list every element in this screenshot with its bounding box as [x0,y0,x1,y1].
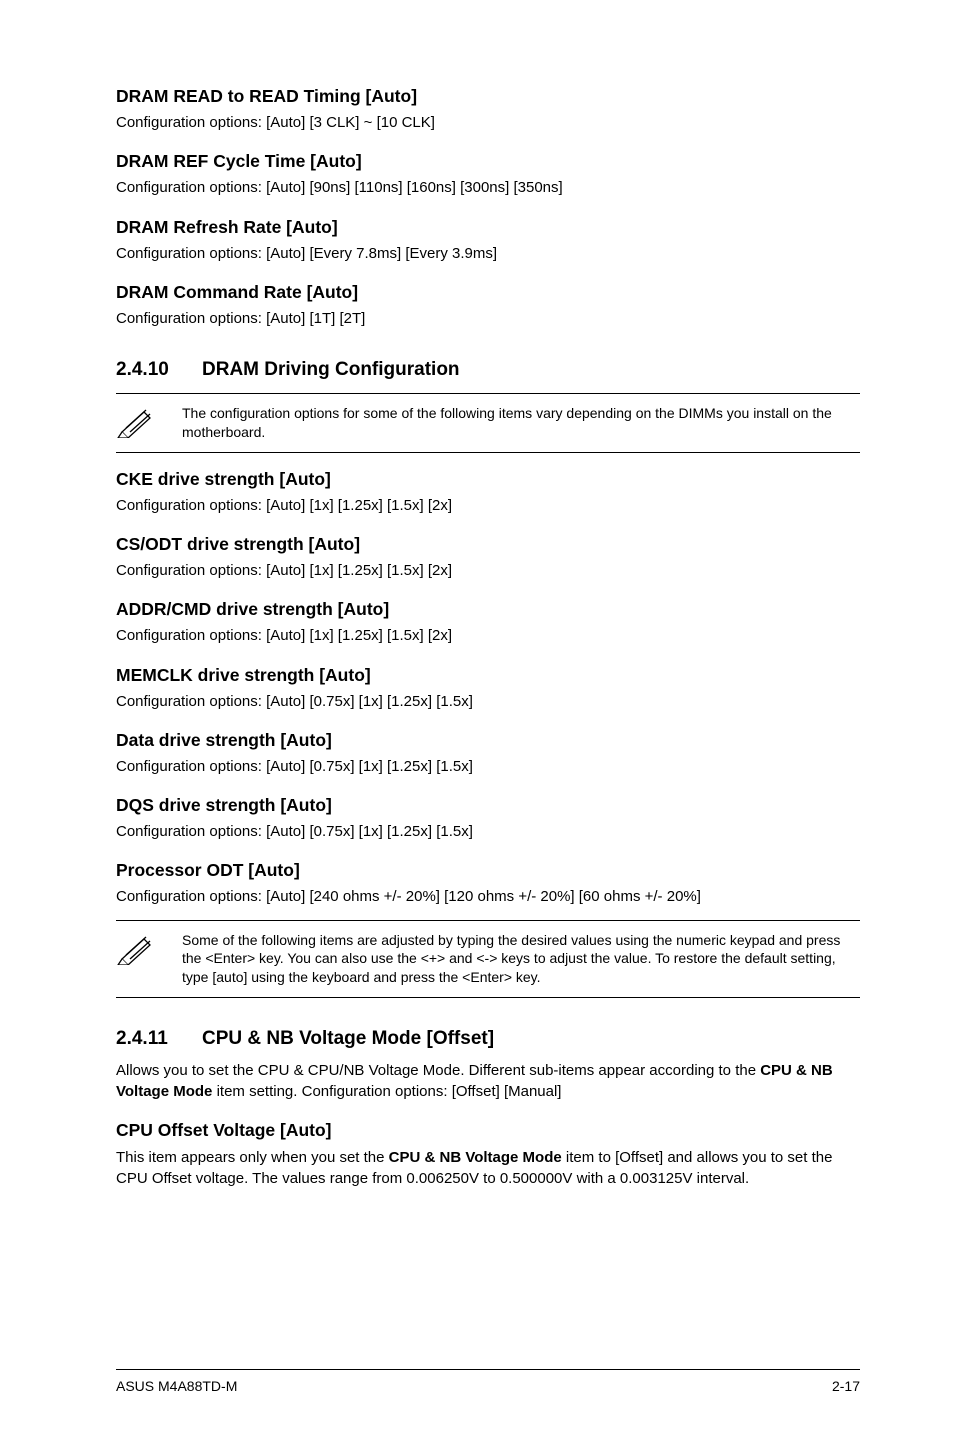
section-title: CPU & NB Voltage Mode [Offset] [202,1028,494,1050]
heading: CS/ODT drive strength [Auto] [116,534,860,555]
heading: DRAM Refresh Rate [Auto] [116,217,860,238]
body-text: Configuration options: [Auto] [1x] [1.25… [116,496,860,516]
note-text: The configuration options for some of th… [182,404,860,442]
section-number: 2.4.11 [116,1028,202,1050]
block-addr-cmd-drive: ADDR/CMD drive strength [Auto] Configura… [116,599,860,646]
heading: DQS drive strength [Auto] [116,795,860,816]
text-pre: Allows you to set the CPU & CPU/NB Volta… [116,1062,760,1079]
footer-left: ASUS M4A88TD-M [116,1378,237,1394]
note-text: Some of the following items are adjusted… [182,931,860,988]
text-bold: CPU & NB Voltage Mode [389,1149,562,1166]
section-number: 2.4.10 [116,359,202,381]
heading: DRAM READ to READ Timing [Auto] [116,86,860,107]
heading: MEMCLK drive strength [Auto] [116,665,860,686]
pencil-icon [116,404,182,438]
body-text: Configuration options: [Auto] [0.75x] [1… [116,757,860,777]
text-pre: This item appears only when you set the [116,1149,389,1166]
note-box-1: The configuration options for some of th… [116,393,860,453]
block-dqs-drive: DQS drive strength [Auto] Configuration … [116,795,860,842]
block-cpu-offset-voltage: CPU Offset Voltage [Auto] This item appe… [116,1120,860,1189]
page: DRAM READ to READ Timing [Auto] Configur… [0,0,954,1438]
block-cke-drive: CKE drive strength [Auto] Configuration … [116,469,860,516]
heading: CKE drive strength [Auto] [116,469,860,490]
section-title: DRAM Driving Configuration [202,359,460,381]
section-2-4-11-header: 2.4.11 CPU & NB Voltage Mode [Offset] [116,1028,860,1050]
heading: DRAM REF Cycle Time [Auto] [116,151,860,172]
body-text: Configuration options: [Auto] [1x] [1.25… [116,626,860,646]
body-text: Configuration options: [Auto] [240 ohms … [116,887,860,907]
block-dram-ref-cycle: DRAM REF Cycle Time [Auto] Configuration… [116,151,860,198]
section-2-4-10-header: 2.4.10 DRAM Driving Configuration [116,359,860,381]
block-dram-refresh-rate: DRAM Refresh Rate [Auto] Configuration o… [116,217,860,264]
body-text: Configuration options: [Auto] [1T] [2T] [116,309,860,329]
heading: Data drive strength [Auto] [116,730,860,751]
heading: Processor ODT [Auto] [116,860,860,881]
body-text: Configuration options: [Auto] [1x] [1.25… [116,561,860,581]
heading: DRAM Command Rate [Auto] [116,282,860,303]
heading: CPU Offset Voltage [Auto] [116,1120,860,1141]
body-text: Configuration options: [Auto] [0.75x] [1… [116,822,860,842]
text-post: item setting. Configuration options: [Of… [212,1083,561,1100]
block-dram-command-rate: DRAM Command Rate [Auto] Configuration o… [116,282,860,329]
pencil-icon [116,931,182,965]
body-text: Configuration options: [Auto] [3 CLK] ~ … [116,113,860,133]
body-text: This item appears only when you set the … [116,1147,860,1189]
section-2-4-11-body: Allows you to set the CPU & CPU/NB Volta… [116,1060,860,1102]
block-memclk-drive: MEMCLK drive strength [Auto] Configurati… [116,665,860,712]
body-text: Configuration options: [Auto] [Every 7.8… [116,244,860,264]
body-text: Configuration options: [Auto] [0.75x] [1… [116,692,860,712]
page-footer: ASUS M4A88TD-M 2-17 [116,1369,860,1394]
block-cs-odt-drive: CS/ODT drive strength [Auto] Configurati… [116,534,860,581]
block-data-drive: Data drive strength [Auto] Configuration… [116,730,860,777]
block-processor-odt: Processor ODT [Auto] Configuration optio… [116,860,860,907]
body-text: Configuration options: [Auto] [90ns] [11… [116,178,860,198]
block-dram-read-to-read: DRAM READ to READ Timing [Auto] Configur… [116,86,860,133]
footer-right: 2-17 [832,1378,860,1394]
note-box-2: Some of the following items are adjusted… [116,920,860,999]
heading: ADDR/CMD drive strength [Auto] [116,599,860,620]
